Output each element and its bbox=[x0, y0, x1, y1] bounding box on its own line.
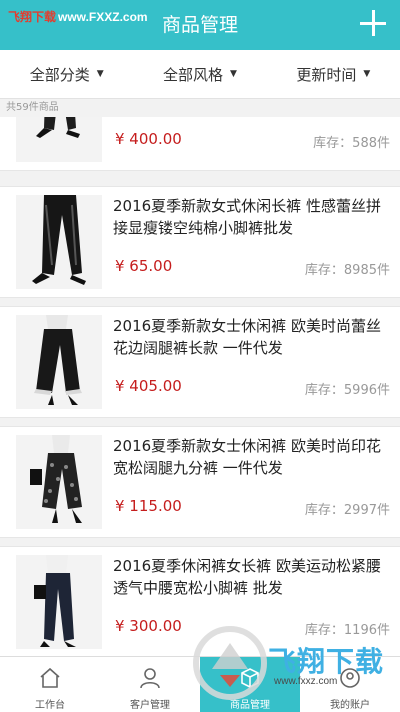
product-price: ¥ 405.00 bbox=[115, 377, 182, 395]
product-stock: 库存：2997件 bbox=[304, 503, 390, 518]
filter-category-label: 全部分类 bbox=[29, 65, 90, 84]
product-price: ¥ 65.00 bbox=[115, 257, 173, 275]
filter-update-time-label: 更新时间 bbox=[296, 65, 357, 84]
watermark-logo-icon bbox=[193, 626, 267, 700]
watermark-logo-text: 飞翔下载 bbox=[268, 645, 385, 678]
product-item[interactable]: 2016夏季新款女式休闲长裤 性感蕾丝拼接显瘦镂空纯棉小脚裤批发 ¥ 65.00… bbox=[0, 186, 400, 298]
tab-customers[interactable]: 客户管理 bbox=[100, 657, 200, 712]
product-name: 2016夏季新款女士休闲裤 欧美时尚印花宽松阔腿九分裤 一件代发 bbox=[113, 437, 381, 477]
product-stock: 库存：1196件 bbox=[304, 623, 390, 638]
filter-category[interactable]: 全部分类 ▼ bbox=[0, 50, 133, 98]
product-price: ¥ 300.00 bbox=[115, 617, 182, 635]
product-stock: 库存：5996件 bbox=[304, 383, 390, 398]
filter-style[interactable]: 全部风格 ▼ bbox=[133, 50, 266, 98]
product-image[interactable] bbox=[16, 315, 102, 409]
user-icon bbox=[140, 668, 160, 689]
tab-workbench[interactable]: 工作台 bbox=[0, 657, 100, 712]
page-title: 商品管理 bbox=[161, 14, 238, 36]
product-list[interactable]: ¥ 400.00 库存：588件 2016夏季新款女式休闲长裤 性感蕾丝拼接显瘦… bbox=[0, 117, 400, 656]
plus-icon[interactable] bbox=[360, 10, 386, 36]
product-count: 共59件商品 bbox=[0, 99, 400, 117]
product-stock: 库存：588件 bbox=[313, 136, 390, 151]
product-image[interactable] bbox=[16, 435, 102, 529]
product-name: 2016夏季休闲裤女长裤 欧美运动松紧腰透气中腰宽松小脚裤 批发 bbox=[113, 557, 381, 597]
product-item[interactable]: ¥ 400.00 库存：588件 bbox=[0, 117, 400, 171]
product-name: 2016夏季新款女士休闲裤 欧美时尚蕾丝花边阔腿裤长款 一件代发 bbox=[113, 317, 381, 357]
tab-workbench-label: 工作台 bbox=[35, 700, 65, 711]
caret-down-icon: ▼ bbox=[230, 69, 237, 79]
product-image[interactable] bbox=[16, 195, 102, 289]
product-item[interactable]: 2016夏季新款女士休闲裤 欧美时尚蕾丝花边阔腿裤长款 一件代发 ¥ 405.0… bbox=[0, 306, 400, 418]
product-price: ¥ 115.00 bbox=[115, 497, 182, 515]
product-image[interactable] bbox=[16, 117, 102, 162]
filter-style-label: 全部风格 bbox=[163, 65, 224, 84]
watermark-logo-url: www.fxxz.com bbox=[274, 676, 338, 687]
product-price: ¥ 400.00 bbox=[115, 130, 182, 148]
product-image[interactable] bbox=[16, 555, 102, 649]
home-icon bbox=[40, 667, 60, 688]
caret-down-icon: ▼ bbox=[363, 69, 371, 79]
filter-update-time[interactable]: 更新时间 ▼ bbox=[267, 50, 400, 98]
app-header: 飞翔下载 www.FXXZ.com 商品管理 bbox=[0, 0, 400, 50]
tab-customers-label: 客户管理 bbox=[130, 700, 170, 711]
product-name: 2016夏季新款女式休闲长裤 性感蕾丝拼接显瘦镂空纯棉小脚裤批发 bbox=[113, 197, 381, 237]
caret-down-icon: ▼ bbox=[96, 69, 104, 79]
product-item[interactable]: 2016夏季新款女士休闲裤 欧美时尚印花宽松阔腿九分裤 一件代发 ¥ 115.0… bbox=[0, 426, 400, 538]
product-stock: 库存：8985件 bbox=[304, 263, 390, 278]
tab-account-label: 我的账户 bbox=[330, 700, 370, 711]
filter-bar: 全部分类 ▼ 全部风格 ▼ 更新时间 ▼ bbox=[0, 50, 400, 99]
